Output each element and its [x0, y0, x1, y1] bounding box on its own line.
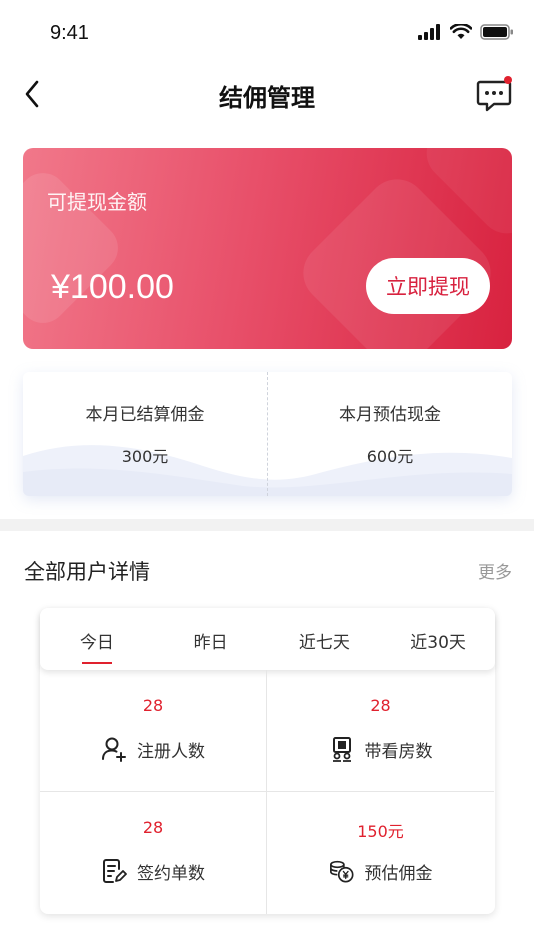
tab-last-30-days[interactable]: 近30天	[381, 608, 495, 670]
withdrawable-label: 可提现金额	[47, 190, 147, 214]
stat-label: 签约单数	[137, 863, 205, 884]
user-stats-box: 今日 昨日 近七天 近30天 28 注册人数 28 带看房数 28 签约单数 1…	[40, 608, 495, 914]
unread-dot	[504, 76, 512, 84]
period-tab-bar: 今日 昨日 近七天 近30天	[40, 608, 495, 670]
stat-contracts[interactable]: 28 签约单数	[40, 792, 267, 914]
status-time: 9:41	[50, 22, 89, 44]
nav-bar: 结佣管理	[0, 64, 534, 124]
signal-icon	[418, 24, 440, 40]
tab-today[interactable]: 今日	[40, 608, 154, 670]
stat-label: 预估佣金	[364, 863, 433, 884]
stat-label: 带看房数	[364, 741, 433, 762]
estimated-cash: 本月预估现金 600元	[268, 400, 512, 467]
estimated-cash-label: 本月预估现金	[339, 405, 441, 425]
withdraw-button[interactable]: 立即提现	[366, 258, 490, 314]
more-link[interactable]: 更多	[478, 558, 512, 583]
status-icons	[418, 24, 514, 40]
contract-icon	[101, 858, 127, 884]
coins-icon	[329, 858, 355, 884]
page-title: 结佣管理	[219, 84, 315, 112]
stat-label: 注册人数	[137, 741, 205, 762]
withdrawable-amount: ¥100.00	[51, 268, 174, 306]
stat-value: 28	[142, 696, 164, 715]
house-viewing-icon	[329, 736, 355, 762]
message-button[interactable]	[474, 74, 514, 114]
stat-value: 28	[370, 696, 391, 715]
stat-estimated-commission[interactable]: 150元 预估佣金	[267, 792, 494, 914]
estimated-cash-value: 600元	[366, 447, 414, 466]
stat-value: 150元	[357, 822, 404, 841]
stat-registrations[interactable]: 28 注册人数	[40, 670, 267, 792]
status-bar: 9:41	[0, 0, 534, 64]
section-title: 全部用户详情	[24, 560, 150, 584]
settled-commission-label: 本月已结算佣金	[85, 405, 205, 425]
battery-icon	[480, 24, 513, 40]
monthly-summary-panel: 本月已结算佣金 300元 本月预估现金 600元	[23, 372, 512, 496]
user-add-icon	[101, 736, 127, 762]
tab-last-7-days[interactable]: 近七天	[268, 608, 382, 670]
settled-commission-value: 300元	[121, 447, 169, 466]
section-separator	[0, 519, 534, 531]
wifi-icon	[450, 24, 472, 39]
tab-yesterday[interactable]: 昨日	[154, 608, 268, 670]
withdraw-card: 可提现金额 ¥100.00 立即提现	[23, 148, 512, 349]
settled-commission: 本月已结算佣金 300元	[23, 400, 267, 467]
stats-grid: 28 注册人数 28 带看房数 28 签约单数 150元 预估佣金	[40, 670, 495, 914]
stat-value: 28	[142, 818, 164, 837]
stat-house-viewings[interactable]: 28 带看房数	[267, 670, 494, 792]
